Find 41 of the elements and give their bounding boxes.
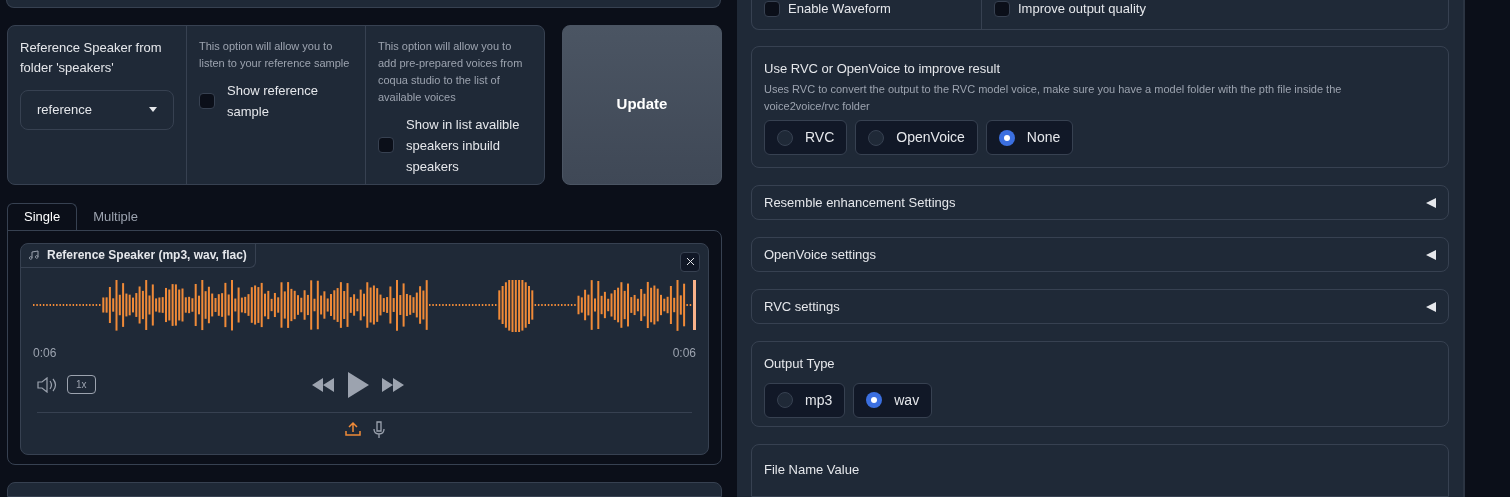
dropdown[interactable]: reference: [20, 89, 174, 130]
fast-forward-icon[interactable]: [381, 377, 405, 392]
checkbox-label: Show reference sample: [227, 81, 320, 121]
checkbox[interactable]: [994, 1, 1010, 17]
accordion-header[interactable]: RVC settings: [751, 289, 1449, 325]
checkbox[interactable]: [378, 137, 394, 154]
info-text: Uses RVC to convert the output to the RVC model voice, make sure you have a model folder with the pth file inside the voice2voice/rvc folder: [764, 82, 1343, 115]
current-time: 0:06: [33, 344, 57, 362]
checkbox[interactable]: [199, 92, 215, 109]
play-icon[interactable]: [347, 371, 369, 398]
tab[interactable]: Single: [7, 202, 78, 231]
upload-icon[interactable]: [344, 420, 361, 437]
duration: 0:06: [672, 344, 696, 362]
field-label: Use RVC or OpenVoice to improve result: [764, 59, 1002, 78]
caret-icon: [149, 107, 157, 113]
radio-option[interactable]: None: [985, 120, 1074, 156]
microphone-icon[interactable]: [372, 420, 385, 439]
radio-option[interactable]: OpenVoice: [855, 120, 978, 156]
radio-option[interactable]: wav: [853, 383, 933, 418]
checkbox[interactable]: [764, 1, 780, 17]
speed-button[interactable]: 1x: [67, 375, 96, 395]
audio-label: Reference Speaker (mp3, wav, flac): [21, 243, 256, 268]
radio-option[interactable]: mp3: [764, 383, 846, 418]
close-icon: [685, 257, 695, 267]
update-button[interactable]: Update: [562, 24, 722, 185]
info-text: This option will allow you to listen to your reference sample: [199, 38, 351, 71]
checkbox-label: Show in list avalible speakers inbuild speakers: [406, 115, 521, 176]
checkbox-label: Improve output quality: [1018, 1, 1146, 17]
accordion-header[interactable]: Resemble enhancement Settings: [751, 185, 1449, 221]
info-text: This option will allow you to add pre-prepared voices from coqua studio to the list of available voices: [378, 38, 524, 105]
close-button[interactable]: [680, 251, 700, 272]
field-label: Reference Speaker from folder 'speakers': [20, 38, 163, 77]
field-label: Output Type: [764, 355, 836, 374]
checkbox-label: Enable Waveform: [788, 1, 891, 17]
music-note-icon: [29, 250, 39, 261]
tab[interactable]: Multiple: [77, 202, 154, 231]
rewind-icon[interactable]: [311, 377, 335, 392]
radio-option[interactable]: RVC: [764, 120, 848, 156]
field-label: File Name Value: [764, 462, 860, 477]
accordion-header[interactable]: OpenVoice settings: [751, 237, 1449, 273]
volume-icon: [37, 376, 59, 393]
